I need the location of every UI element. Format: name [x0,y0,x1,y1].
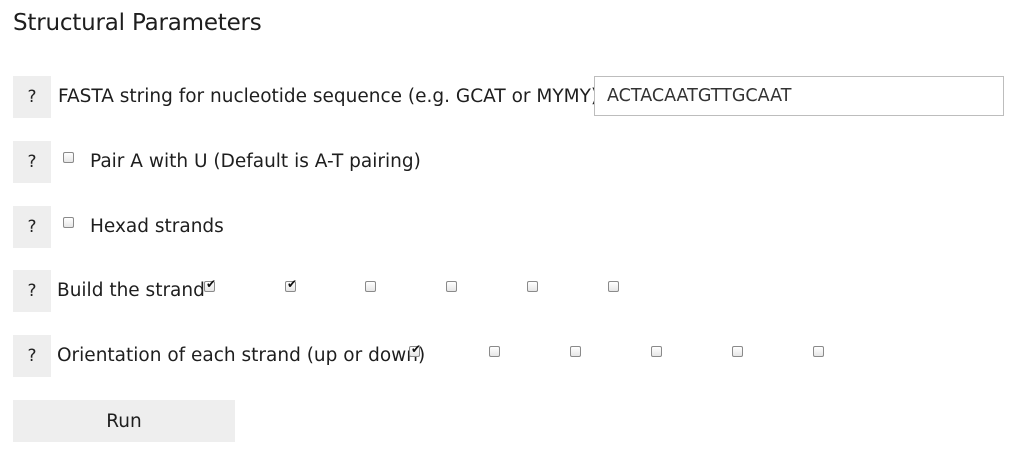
row-fasta: ? FASTA string for nucleotide sequence (… [13,76,1004,118]
build-strand-label: Build the strand [57,280,205,301]
orientation-checkbox-2[interactable] [489,346,500,357]
help-button-hexad[interactable]: ? [13,206,51,248]
fasta-label: FASTA string for nucleotide sequence (e.… [58,86,599,107]
orientation-checkbox-3[interactable] [570,346,581,357]
fasta-input[interactable] [594,76,1004,116]
orientation-checkbox-5[interactable] [732,346,743,357]
help-button-build-strand[interactable]: ? [13,270,51,312]
hexad-checkbox[interactable] [63,217,74,228]
row-pair-au: ? Pair A with U (Default is A-T pairing) [13,141,1003,183]
row-build-strand: ? Build the strand ✔ ✔ [13,270,1003,312]
check-mark-icon: ✔ [411,342,422,356]
build-strand-checkbox-6[interactable] [608,281,619,292]
row-orientation: ? Orientation of each strand (up or down… [13,335,1003,377]
build-strand-checkbox-1[interactable]: ✔ [204,277,217,292]
build-strand-checkbox-5[interactable] [527,281,538,292]
run-button[interactable]: Run [13,400,235,442]
pair-au-checkbox[interactable] [63,152,74,163]
orientation-checkbox-6[interactable] [813,346,824,357]
help-button-fasta[interactable]: ? [13,76,51,118]
build-strand-checkbox-3[interactable] [365,281,376,292]
build-strand-checkbox-2[interactable]: ✔ [285,277,298,292]
orientation-checkbox-4[interactable] [651,346,662,357]
check-mark-icon: ✔ [287,277,298,291]
build-strand-checkbox-4[interactable] [446,281,457,292]
pair-au-label: Pair A with U (Default is A-T pairing) [90,151,421,172]
row-hexad: ? Hexad strands [13,206,1003,248]
help-button-orientation[interactable]: ? [13,335,51,377]
orientation-checkbox-1[interactable]: ✔ [409,342,422,357]
hexad-label: Hexad strands [90,216,224,237]
orientation-label: Orientation of each strand (up or down) [57,345,426,366]
check-mark-icon: ✔ [206,277,217,291]
page-title: Structural Parameters [13,10,262,36]
help-button-pair-au[interactable]: ? [13,141,51,183]
